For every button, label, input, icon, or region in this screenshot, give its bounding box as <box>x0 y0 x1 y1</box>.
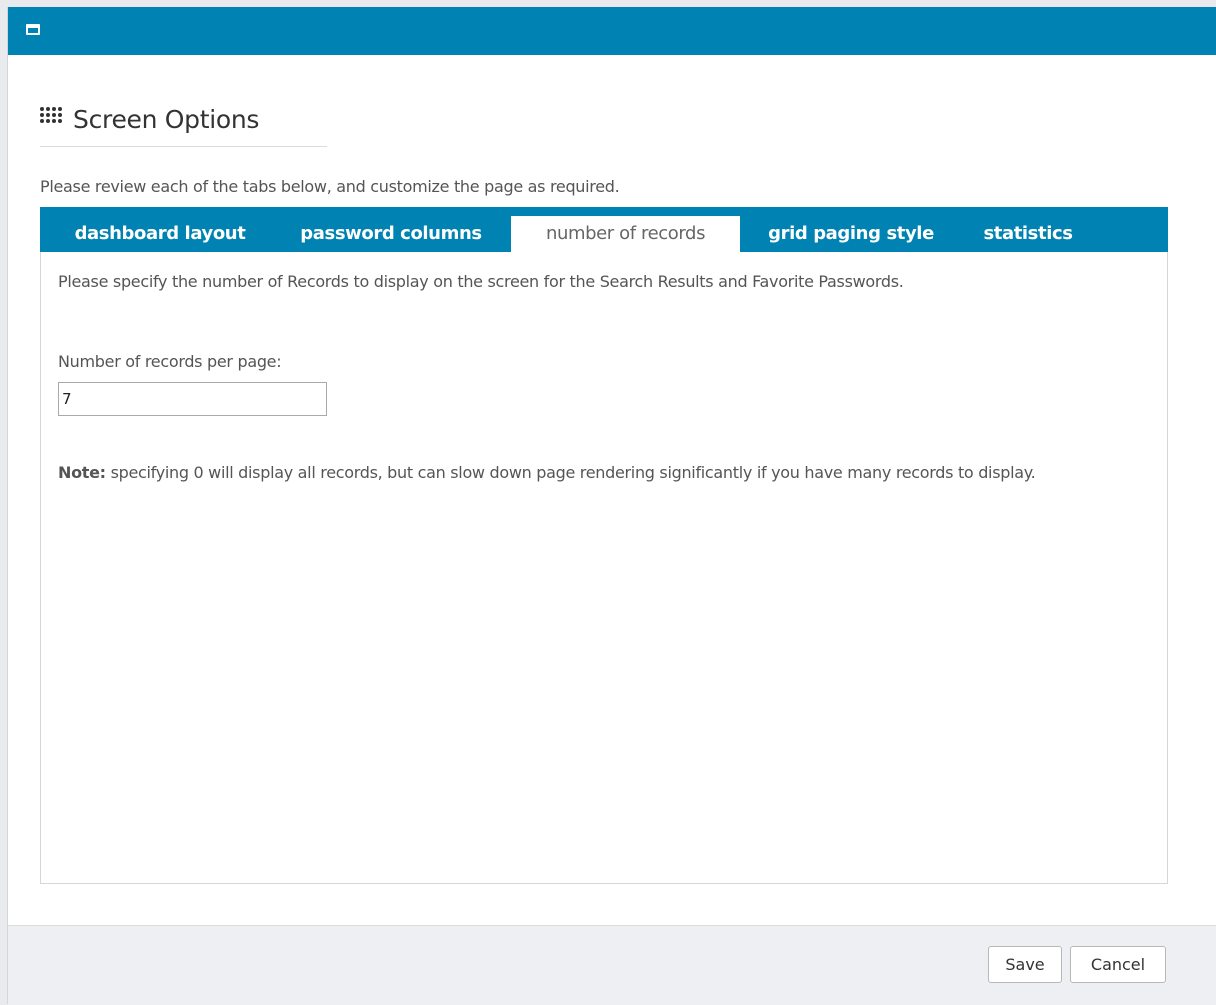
tab-content: Please specify the number of Records to … <box>58 270 1148 482</box>
page-title: Screen Options <box>73 105 260 134</box>
tab-dashboard-layout[interactable]: dashboard layout <box>60 216 260 252</box>
cancel-button[interactable]: Cancel <box>1070 946 1166 983</box>
records-per-page-label: Number of records per page: <box>58 352 282 371</box>
tab-password-columns[interactable]: password columns <box>282 216 500 252</box>
save-button[interactable]: Save <box>988 946 1062 983</box>
tab-number-of-records[interactable]: number of records <box>511 216 740 252</box>
tab-strip: dashboard layout password columns number… <box>40 207 1168 252</box>
window-icon <box>26 24 40 35</box>
tab-grid-paging-style[interactable]: grid paging style <box>756 216 946 252</box>
dialog-footer: Save Cancel <box>8 925 1216 1005</box>
note-text: Note: specifying 0 will display all reco… <box>58 459 1148 487</box>
dialog-titlebar <box>8 7 1216 55</box>
dialog-header: Screen Options <box>40 103 327 147</box>
records-per-page-input[interactable] <box>58 382 327 416</box>
screen-options-dialog: Screen Options Please review each of the… <box>7 7 1216 1005</box>
note-label: Note: <box>58 463 106 482</box>
tab-statistics[interactable]: statistics <box>970 216 1086 252</box>
records-description: Please specify the number of Records to … <box>58 272 904 291</box>
intro-text: Please review each of the tabs below, an… <box>40 177 620 196</box>
grip-dots-icon <box>40 107 66 129</box>
note-body: specifying 0 will display all records, b… <box>105 463 1036 482</box>
options-tab-panel: dashboard layout password columns number… <box>40 207 1168 884</box>
